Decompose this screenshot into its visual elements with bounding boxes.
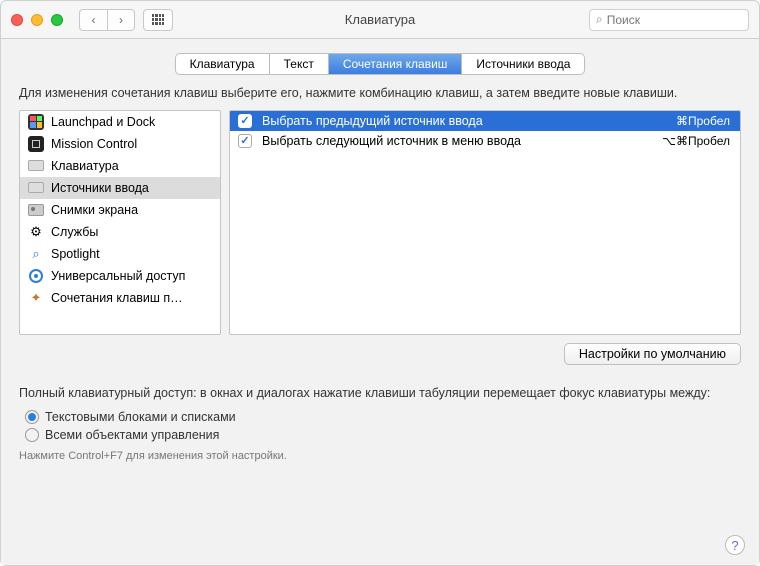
help-button[interactable]: ? xyxy=(725,535,745,555)
zoom-icon[interactable] xyxy=(51,14,63,26)
shortcut-keys: ⌥⌘Пробел xyxy=(662,134,730,148)
instruction-text: Для изменения сочетания клавиш выберите … xyxy=(19,85,741,102)
category-row[interactable]: ⌕ Spotlight xyxy=(20,243,220,265)
category-row[interactable]: ✦ Сочетания клавиш п… xyxy=(20,287,220,309)
category-label: Launchpad и Dock xyxy=(51,115,155,129)
search-field[interactable]: ⌕ xyxy=(589,9,749,31)
category-list[interactable]: Launchpad и Dock Mission Control Клавиатур… xyxy=(19,110,221,335)
close-icon[interactable] xyxy=(11,14,23,26)
minimize-icon[interactable] xyxy=(31,14,43,26)
category-row[interactable]: Универсальный доступ xyxy=(20,265,220,287)
category-row[interactable]: Клавиатура xyxy=(20,155,220,177)
forward-button[interactable]: › xyxy=(107,9,135,31)
accessibility-icon xyxy=(28,268,44,284)
category-label: Универсальный доступ xyxy=(51,269,185,283)
category-label: Сочетания клавиш п… xyxy=(51,291,183,305)
tab-shortcuts[interactable]: Сочетания клавиш xyxy=(329,54,463,74)
category-row[interactable]: Mission Control xyxy=(20,133,220,155)
shortcut-keys: ⌘Пробел xyxy=(676,114,730,128)
shortcut-list[interactable]: ✓ Выбрать предыдущий источник ввода ⌘Пробе… xyxy=(229,110,741,335)
input-icon xyxy=(28,180,44,196)
keyboard-icon xyxy=(28,158,44,174)
category-label: Mission Control xyxy=(51,137,137,151)
category-label: Источники ввода xyxy=(51,181,149,195)
checkbox[interactable]: ✓ xyxy=(238,114,252,128)
radio-icon xyxy=(25,410,39,424)
nav-buttons: ‹ › xyxy=(79,9,135,31)
content: Клавиатура Текст Сочетания клавиш Источн… xyxy=(1,39,759,565)
back-button[interactable]: ‹ xyxy=(79,9,107,31)
tab-input-sources[interactable]: Источники ввода xyxy=(462,54,584,74)
category-row[interactable]: Снимки экрана xyxy=(20,199,220,221)
category-row[interactable]: ⚙︎ Службы xyxy=(20,221,220,243)
radio-label: Текстовыми блоками и списками xyxy=(45,410,236,424)
restore-defaults-button[interactable]: Настройки по умолчанию xyxy=(564,343,741,365)
services-icon: ⚙︎ xyxy=(28,224,44,240)
shortcut-label: Выбрать следующий источник в меню ввода xyxy=(262,134,652,148)
radio-text-lists[interactable]: Текстовыми блоками и списками xyxy=(25,410,741,424)
category-label: Снимки экрана xyxy=(51,203,138,217)
tab-bar: Клавиатура Текст Сочетания клавиш Источн… xyxy=(175,53,586,75)
show-all-button[interactable] xyxy=(143,9,173,31)
kbaccess-description: Полный клавиатурный доступ: в окнах и ди… xyxy=(19,385,741,402)
shortcut-row[interactable]: ✓ Выбрать предыдущий источник ввода ⌘Пробе… xyxy=(230,111,740,131)
category-label: Spotlight xyxy=(51,247,100,261)
mission-icon xyxy=(28,136,44,152)
kbaccess-hint: Нажмите Control+F7 для изменения этой на… xyxy=(19,450,741,462)
radio-icon xyxy=(25,428,39,442)
traffic-lights xyxy=(11,14,63,26)
search-icon: ⌕ xyxy=(596,12,603,27)
titlebar: ‹ › Клавиатура ⌕ xyxy=(1,1,759,39)
search-input[interactable] xyxy=(607,13,760,27)
tab-text[interactable]: Текст xyxy=(270,54,329,74)
spotlight-icon: ⌕ xyxy=(28,246,44,262)
keyboard-access-section: Полный клавиатурный доступ: в окнах и ди… xyxy=(19,385,741,462)
category-label: Службы xyxy=(51,225,98,239)
launchpad-icon xyxy=(28,114,44,130)
shortcut-row[interactable]: ✓ Выбрать следующий источник в меню ввода… xyxy=(230,131,740,151)
screenshot-icon xyxy=(28,202,44,218)
preferences-window: ‹ › Клавиатура ⌕ Клавиатура Текст Сочета… xyxy=(0,0,760,566)
grid-icon xyxy=(152,14,164,26)
category-row[interactable]: Launchpad и Dock xyxy=(20,111,220,133)
panes: Launchpad и Dock Mission Control Клавиатур… xyxy=(19,110,741,335)
radio-label: Всеми объектами управления xyxy=(45,428,219,442)
shortcut-label: Выбрать предыдущий источник ввода xyxy=(262,114,666,128)
radio-all-controls[interactable]: Всеми объектами управления xyxy=(25,428,741,442)
category-row[interactable]: Источники ввода xyxy=(20,177,220,199)
category-label: Клавиатура xyxy=(51,159,119,173)
appshortcuts-icon: ✦ xyxy=(28,290,44,306)
tab-keyboard[interactable]: Клавиатура xyxy=(176,54,270,74)
checkbox[interactable]: ✓ xyxy=(238,134,252,148)
